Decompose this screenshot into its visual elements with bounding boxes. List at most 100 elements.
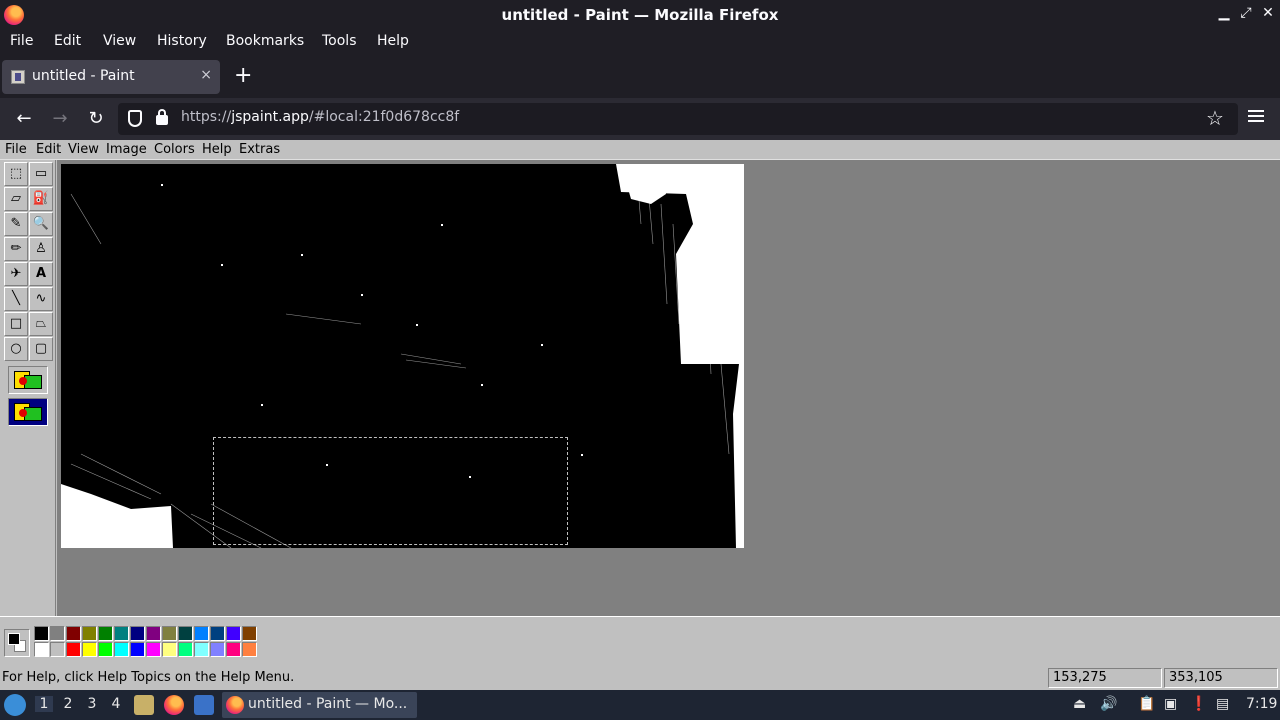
app-menu-icon[interactable] [1248,107,1264,125]
palette-swatch[interactable] [242,642,257,657]
notification-icon[interactable]: ❗ [1190,696,1207,712]
brush-tool[interactable]: ♙ [29,237,53,261]
palette-swatch[interactable] [66,626,81,641]
palette-swatch[interactable] [34,626,49,641]
palette-swatch[interactable] [210,642,225,657]
palette-swatch[interactable] [66,642,81,657]
paint-menu-edit[interactable]: Edit [36,142,61,157]
close-window-icon[interactable]: ✕ [1260,5,1276,21]
network-icon[interactable]: ▣ [1164,696,1177,712]
polygon-tool[interactable]: ⏢ [29,312,53,336]
fill-tool[interactable]: ⛽ [29,187,53,211]
browser-menu-view[interactable]: View [103,33,136,49]
palette-swatch[interactable] [194,642,209,657]
minimize-icon[interactable]: ▁ [1216,5,1232,21]
workspace-2[interactable]: 2 [59,696,77,712]
bookmark-star-icon[interactable]: ☆ [1206,106,1224,130]
workspace-1[interactable]: 1 [35,696,53,712]
paint-menu-image[interactable]: Image [106,142,147,157]
browser-menu-edit[interactable]: Edit [54,33,81,49]
palette-swatch[interactable] [50,626,65,641]
new-tab-button[interactable]: + [234,64,252,88]
paint-menubar: File Edit View Image Colors Help Extras [0,140,1280,160]
current-colors-indicator[interactable] [4,629,30,657]
workspace-3[interactable]: 3 [83,696,101,712]
palette-swatch[interactable] [210,626,225,641]
opaque-selection-option-icon[interactable] [8,398,48,426]
url-text[interactable]: https://jspaint.app/#local:21f0d678cc8f [181,109,459,125]
rounded-rectangle-tool[interactable]: ▢ [29,337,53,361]
text-tool[interactable]: A [29,262,53,286]
pick-color-tool[interactable]: ✎ [4,212,28,236]
transparent-selection-option-icon[interactable] [8,366,48,394]
back-button[interactable]: ← [12,107,36,131]
palette-swatch[interactable] [82,642,97,657]
browser-menu-help[interactable]: Help [377,33,409,49]
status-message: For Help, click Help Topics on the Help … [2,670,295,685]
paint-menu-help[interactable]: Help [202,142,232,157]
palette-swatch[interactable] [146,642,161,657]
workspace-4[interactable]: 4 [107,696,125,712]
volume-icon[interactable]: 🔊 [1100,696,1117,712]
palette-swatch[interactable] [162,642,177,657]
select-tool[interactable]: ▭ [29,162,53,186]
paint-menu-extras[interactable]: Extras [239,142,280,157]
desktop-icon[interactable] [194,695,214,715]
palette-swatch[interactable] [130,626,145,641]
palette-swatch[interactable] [226,642,241,657]
tracking-protection-shield-icon[interactable] [128,110,142,127]
battery-icon[interactable]: ▤ [1216,696,1229,712]
curve-tool[interactable]: ∿ [29,287,53,311]
window-title: untitled - Paint — Mozilla Firefox [501,6,779,24]
canvas-workspace [57,160,1280,616]
paint-menu-colors[interactable]: Colors [154,142,195,157]
palette-swatch[interactable] [178,642,193,657]
upload-icon[interactable]: ⏏ [1073,696,1086,712]
task-label: untitled - Paint — Mo... [248,696,408,712]
eraser-tool[interactable]: ▱ [4,187,28,211]
palette-swatch[interactable] [98,626,113,641]
tab-strip: untitled - Paint × + [0,56,1280,98]
palette-swatch[interactable] [82,626,97,641]
airbrush-tool[interactable]: ✈ [4,262,28,286]
palette-swatch[interactable] [146,626,161,641]
ellipse-tool[interactable]: ○ [4,337,28,361]
palette-swatch[interactable] [98,642,113,657]
maximize-icon[interactable]: ⤢ [1238,5,1254,21]
palette-swatch[interactable] [194,626,209,641]
palette-swatch[interactable] [114,642,129,657]
palette-swatch[interactable] [162,626,177,641]
palette-swatch[interactable] [114,626,129,641]
tab-close-icon[interactable]: × [200,67,212,83]
start-menu-icon[interactable] [4,694,26,716]
palette-swatch[interactable] [130,642,145,657]
palette-swatch[interactable] [50,642,65,657]
free-form-select-tool[interactable]: ⬚ [4,162,28,186]
foreground-color-swatch [8,633,20,645]
browser-menu-bookmarks[interactable]: Bookmarks [226,33,304,49]
reload-button[interactable]: ↻ [84,107,108,131]
tab-untitled-paint[interactable]: untitled - Paint × [2,60,220,94]
clipboard-icon[interactable]: 📋 [1138,696,1155,712]
browser-menu-history[interactable]: History [157,33,207,49]
palette-swatch[interactable] [178,626,193,641]
rectangle-tool[interactable]: □ [4,312,28,336]
lock-icon[interactable] [156,109,168,125]
firefox-task-icon [226,696,244,714]
forward-button[interactable]: → [48,107,72,131]
magnifier-tool[interactable]: 🔍 [29,212,53,236]
taskbar-window-firefox[interactable]: untitled - Paint — Mo... [222,692,417,718]
palette-swatch[interactable] [242,626,257,641]
browser-menu-file[interactable]: File [10,33,33,49]
palette-swatch[interactable] [226,626,241,641]
palette-swatch[interactable] [34,642,49,657]
pencil-tool[interactable]: ✏ [4,237,28,261]
paint-menu-view[interactable]: View [68,142,99,157]
paint-menu-file[interactable]: File [5,142,27,157]
line-tool[interactable]: ╲ [4,287,28,311]
selection-marquee[interactable] [213,437,568,545]
url-bar[interactable]: https://jspaint.app/#local:21f0d678cc8f [118,103,1238,135]
firefox-launcher-icon[interactable] [164,695,184,715]
browser-menu-tools[interactable]: Tools [322,33,357,49]
file-manager-icon[interactable] [134,695,154,715]
